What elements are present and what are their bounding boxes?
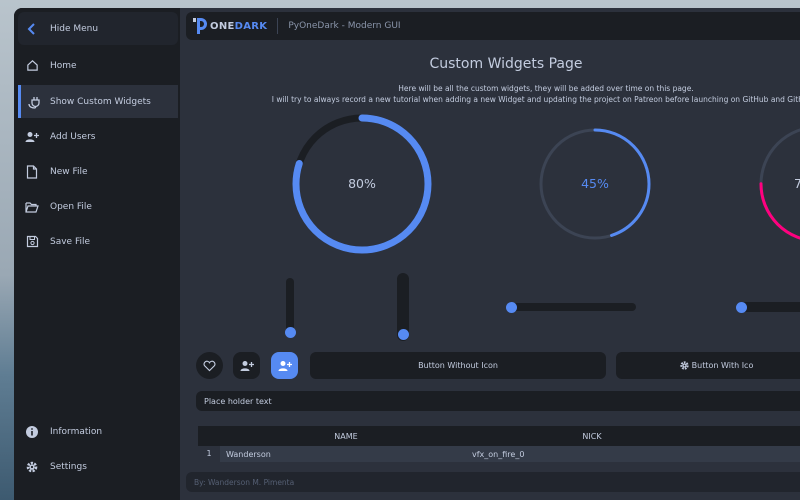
table-header: NAME NICK — [198, 426, 800, 446]
plug-icon — [21, 95, 46, 109]
logo-text: ONEDARK — [210, 20, 268, 32]
menu-item-home[interactable]: Home — [18, 49, 178, 82]
menu-item-label: Add Users — [50, 131, 96, 142]
horizontal-slider-1-handle[interactable] — [506, 301, 517, 313]
footer-credit: By: Wanderson M. Pimenta — [186, 472, 800, 492]
hide-menu-button[interactable]: Hide Menu — [18, 12, 178, 45]
page-title: Custom Widgets Page — [429, 56, 583, 72]
data-table: NAME NICK 1 Wanderson vfx_on_fire_0 — [198, 426, 800, 462]
button-without-icon[interactable]: Button Without Icon — [310, 352, 606, 379]
menu-item-new-file[interactable]: New File — [18, 155, 178, 188]
gear-icon — [18, 460, 46, 474]
menu-item-save-file[interactable]: Save File — [18, 225, 178, 258]
menu-item-label: Show Custom Widgets — [50, 96, 151, 107]
chevron-left-icon — [18, 22, 46, 35]
menu-item-label: Information — [50, 426, 103, 437]
page-description-line1: Here will be all the custom widgets, the… — [398, 84, 694, 93]
save-icon — [18, 235, 46, 248]
title-separator — [277, 18, 279, 34]
menu-item-label: Open File — [50, 201, 92, 212]
heart-button[interactable] — [196, 352, 223, 379]
text-input[interactable] — [196, 391, 800, 411]
horizontal-slider-2-handle[interactable] — [736, 301, 747, 313]
app-window: Hide Menu Home Show Custom Widgets Add U… — [14, 8, 800, 500]
circular-progress-2-label: 45% — [581, 176, 609, 191]
file-icon — [18, 164, 46, 179]
menu-item-show-custom-widgets[interactable]: Show Custom Widgets — [18, 85, 178, 118]
folder-open-icon — [18, 201, 46, 213]
circular-progress-1-label: 80% — [348, 176, 376, 191]
logo-icon — [193, 18, 207, 34]
hide-menu-label: Hide Menu — [50, 23, 99, 34]
menu-item-add-users[interactable]: Add Users — [18, 120, 178, 153]
cell-name: Wanderson — [226, 449, 271, 459]
row-index: 1 — [198, 446, 220, 462]
menu-item-label: Settings — [50, 461, 87, 472]
title-bar[interactable]: ONEDARK PyOneDark - Modern GUI — [186, 12, 800, 40]
add-user-button[interactable] — [233, 352, 260, 379]
info-icon — [18, 425, 46, 439]
column-header-nick[interactable]: NICK — [466, 432, 712, 441]
vertical-slider-1-handle[interactable] — [284, 327, 296, 338]
add-user-button-active[interactable] — [271, 352, 298, 379]
menu-item-label: New File — [50, 166, 88, 177]
window-title: PyOneDark - Modern GUI — [288, 21, 401, 31]
left-menu: Hide Menu Home Show Custom Widgets Add U… — [14, 8, 180, 500]
horizontal-slider-1[interactable] — [508, 303, 636, 311]
menu-item-settings[interactable]: Settings — [18, 450, 178, 483]
app-logo: ONEDARK — [192, 17, 267, 35]
gear-icon — [679, 361, 689, 370]
page-description-line2: I will try to always record a new tutori… — [271, 95, 800, 104]
menu-item-label: Home — [50, 60, 77, 71]
button-with-icon[interactable]: Button With Ico — [616, 352, 800, 379]
menu-item-information[interactable]: Information — [18, 415, 178, 448]
content-area: Custom Widgets Page Here will be all the… — [186, 44, 800, 474]
circular-progress-3-label: 7 — [794, 176, 800, 191]
vertical-slider-2-handle[interactable] — [397, 329, 409, 340]
heart-icon — [203, 360, 216, 371]
button-with-icon-label: Button With Ico — [691, 361, 754, 370]
add-user-icon — [240, 360, 254, 371]
home-icon — [18, 59, 46, 72]
menu-item-open-file[interactable]: Open File — [18, 190, 178, 223]
cell-nick: vfx_on_fire_0 — [472, 449, 525, 459]
table-row[interactable]: 1 Wanderson vfx_on_fire_0 — [198, 446, 800, 462]
column-header-name[interactable]: NAME — [220, 432, 466, 441]
add-user-icon — [18, 131, 46, 143]
add-user-icon — [278, 360, 292, 371]
menu-item-label: Save File — [50, 236, 91, 247]
